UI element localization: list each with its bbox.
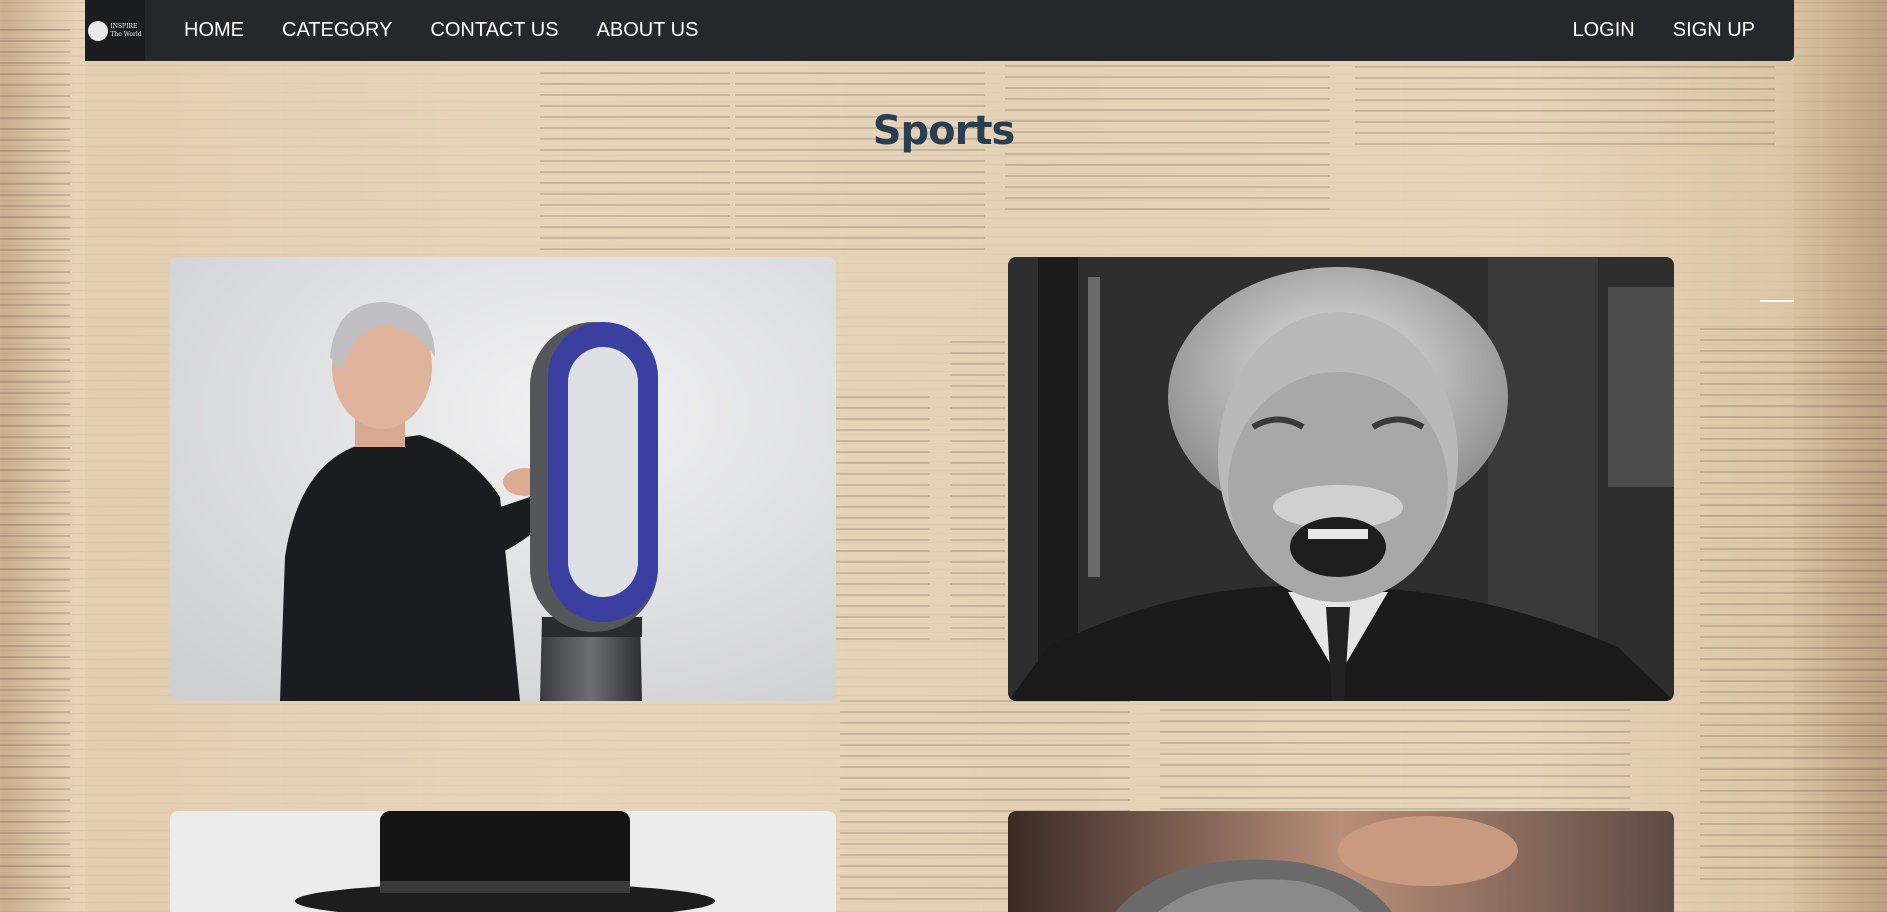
quote-card-inventor[interactable] <box>170 257 836 701</box>
newspaper-texture <box>1160 700 1630 810</box>
quote-card-hat[interactable] <box>170 811 836 912</box>
quote-card-cap[interactable] <box>1008 811 1674 912</box>
nav-home-link[interactable]: HOME <box>165 19 263 42</box>
nav-category-link[interactable]: CATEGORY <box>263 19 411 42</box>
newspaper-texture <box>835 390 930 640</box>
brand-logo[interactable]: INSPIRE The World <box>85 0 145 61</box>
nav-left-group: HOME CATEGORY CONTACT US ABOUT US <box>165 19 717 42</box>
logo-line-2: The World <box>110 30 142 38</box>
nav-about-link[interactable]: ABOUT US <box>578 19 718 42</box>
page-title: Sports <box>872 108 1016 154</box>
newspaper-texture <box>540 70 730 250</box>
nav-contact-link[interactable]: CONTACT US <box>411 19 577 42</box>
quote-card-scientist[interactable] <box>1008 257 1674 701</box>
head-silhouette-icon <box>88 20 109 41</box>
baseball-cap-image <box>1008 811 1674 912</box>
logo-line-1: INSPIRE <box>110 22 138 30</box>
laughing-scientist-image <box>1008 257 1674 701</box>
nav-login-link[interactable]: LOGIN <box>1554 19 1654 42</box>
newspaper-texture <box>950 340 1005 640</box>
top-hat-image <box>170 811 836 912</box>
nav-right-group: LOGIN SIGN UP <box>1554 19 1775 42</box>
top-navbar: INSPIRE The World HOME CATEGORY CONTACT … <box>85 0 1794 61</box>
newspaper-texture <box>1700 320 1887 880</box>
nav-signup-link[interactable]: SIGN UP <box>1654 19 1774 42</box>
slide-indicator <box>1760 300 1794 302</box>
inventor-with-fan-image <box>170 257 836 701</box>
newspaper-texture <box>735 70 985 250</box>
